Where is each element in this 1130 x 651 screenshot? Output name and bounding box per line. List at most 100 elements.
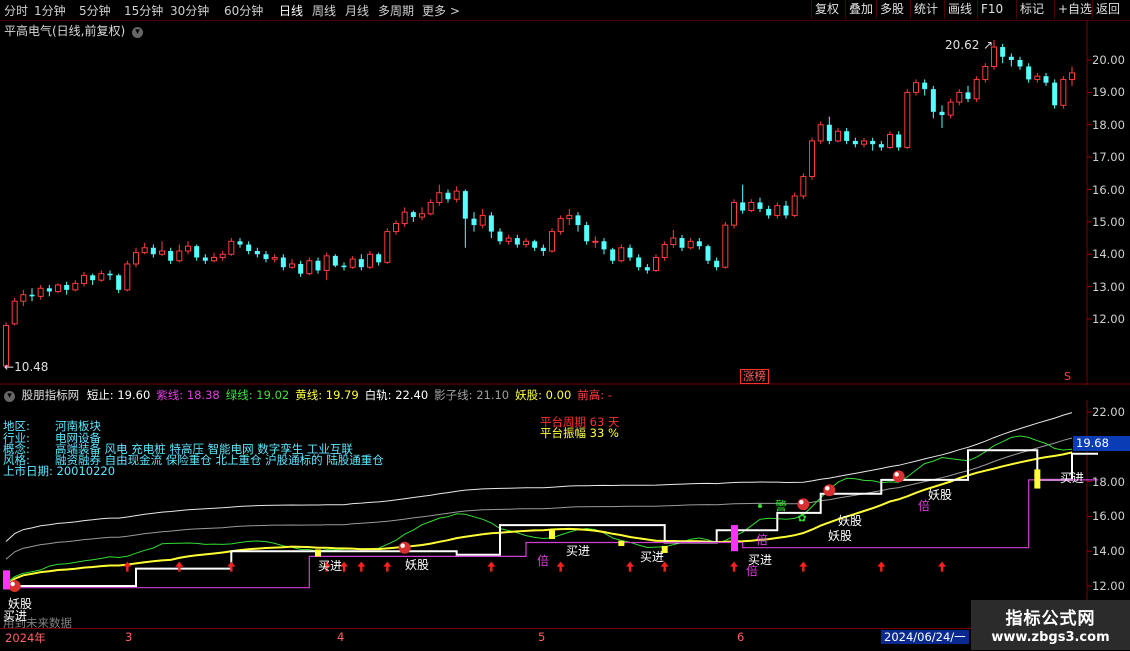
candle	[176, 244, 183, 263]
up-arrow-icon	[123, 561, 132, 572]
candle	[714, 257, 720, 271]
up-arrow-icon	[383, 561, 392, 572]
candle	[168, 247, 174, 264]
toolbar-button[interactable]: 复权	[811, 0, 842, 19]
candle	[1026, 63, 1032, 83]
candle	[653, 254, 659, 273]
candle	[332, 254, 338, 268]
y-tick-label: 22.00	[1092, 405, 1125, 419]
candle	[263, 251, 269, 263]
up-arrow-icon	[175, 561, 184, 572]
period-tab[interactable]: 30分钟	[170, 2, 209, 19]
up-arrow-icon	[357, 561, 366, 572]
candle	[670, 229, 677, 248]
period-tab[interactable]: 多周期	[378, 2, 414, 19]
toolbar-button[interactable]: 多股	[876, 0, 907, 19]
demon-stock-label: 妖股	[828, 529, 853, 543]
candle	[98, 270, 105, 282]
candle	[627, 244, 633, 261]
candle	[705, 244, 711, 264]
candle	[150, 244, 156, 258]
zhangbang-tag[interactable]: 涨榜	[740, 369, 769, 384]
candle	[636, 254, 642, 271]
candle	[72, 280, 79, 292]
candle	[367, 251, 373, 269]
candle	[800, 173, 807, 200]
magenta-signal-bar	[3, 570, 10, 590]
toolbar-button[interactable]: 统计	[910, 0, 941, 19]
demon-ball-icon	[823, 484, 836, 497]
alert-dot-icon	[758, 503, 762, 508]
period-tab[interactable]: 1分钟	[34, 2, 66, 19]
candle	[1017, 56, 1023, 70]
candle	[930, 85, 936, 119]
candle	[896, 131, 902, 151]
candle	[427, 199, 434, 216]
candle	[185, 241, 191, 255]
toolbar-button[interactable]: 标记	[1016, 0, 1047, 19]
date-label-year: 2024年	[5, 631, 46, 645]
period-tab[interactable]: 周线	[312, 2, 336, 19]
candle	[1069, 66, 1075, 86]
demon-ball-icon	[892, 470, 905, 483]
scroll-s-icon[interactable]: S	[1064, 370, 1071, 383]
candle	[81, 272, 87, 287]
toolbar-button[interactable]: 叠加	[845, 0, 876, 19]
candle	[557, 215, 564, 235]
candle	[462, 189, 468, 248]
period-tab[interactable]: 分时	[4, 2, 28, 19]
candle	[540, 244, 546, 256]
candle	[133, 247, 139, 268]
candle	[696, 238, 702, 250]
candle	[844, 127, 850, 145]
candle	[55, 283, 61, 294]
candle	[722, 221, 729, 269]
candle	[246, 241, 252, 255]
candle	[436, 184, 443, 206]
candlestick-chart[interactable]	[0, 20, 1130, 385]
candle	[471, 212, 477, 232]
demon-ball-icon	[797, 498, 810, 511]
date-label-may: 5	[538, 630, 546, 644]
candle	[947, 98, 954, 119]
candle	[861, 137, 867, 148]
toolbar-button[interactable]: 返回	[1092, 0, 1123, 19]
watermark: 指标公式网 www.zbgs3.com	[971, 600, 1130, 650]
buy-signal-label: 买进	[566, 544, 591, 558]
period-tab[interactable]: 月线	[345, 2, 369, 19]
yellow-signal-bar	[618, 540, 625, 546]
candle	[982, 63, 989, 83]
toolbar-button[interactable]: +自选	[1054, 0, 1095, 19]
yellow-signal-bar	[315, 549, 321, 557]
up-arrow-icon	[730, 561, 738, 572]
candle	[809, 137, 815, 180]
candle	[1043, 72, 1049, 86]
watermark-title: 指标公式网	[1005, 609, 1096, 629]
candle	[219, 251, 226, 261]
candle	[410, 210, 416, 222]
cursor-date: 2024/06/24/一	[881, 630, 969, 644]
high-price-label: 20.62 ↗	[945, 38, 994, 52]
period-tab[interactable]: 5分钟	[79, 2, 111, 19]
candle	[1000, 43, 1006, 64]
candle	[228, 238, 235, 256]
period-tab[interactable]: 日线	[279, 2, 303, 19]
candle	[393, 220, 399, 235]
yellow-signal-bar	[549, 530, 555, 540]
candle	[644, 263, 650, 274]
toolbar-button[interactable]: F10	[977, 0, 1006, 19]
arrow-left-icon: ←	[4, 360, 15, 374]
y-tick-label: 18.00	[1092, 117, 1125, 132]
candle	[913, 79, 919, 96]
up-arrow-icon	[227, 561, 236, 572]
candle	[1008, 53, 1014, 67]
candle	[341, 262, 347, 271]
period-tab[interactable]: 15分钟	[124, 2, 163, 19]
toolbar-button[interactable]: 画线	[944, 0, 975, 19]
candle	[601, 238, 607, 255]
candle	[870, 137, 876, 151]
period-tab[interactable]: 更多 >	[422, 2, 460, 19]
candle	[774, 202, 781, 219]
candle	[298, 260, 304, 277]
period-tab[interactable]: 60分钟	[224, 2, 263, 19]
